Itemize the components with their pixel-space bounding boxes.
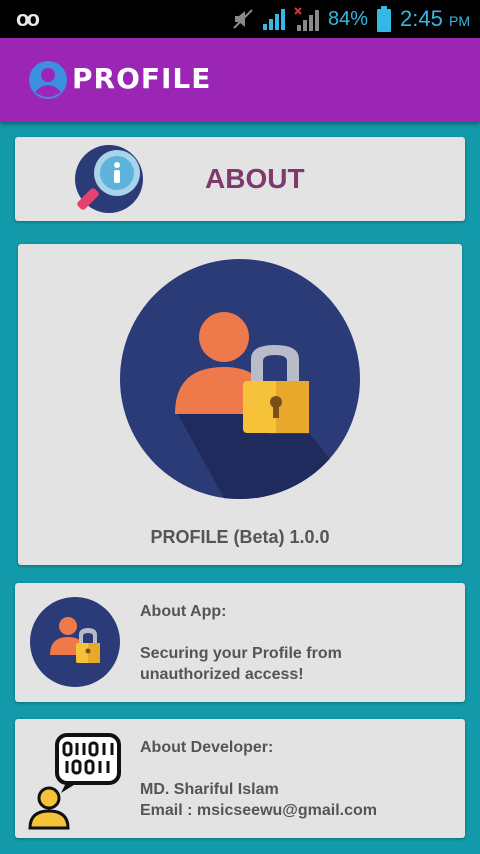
battery-percent: 84%	[328, 7, 369, 30]
developer-binary-icon	[28, 733, 121, 830]
about-card[interactable]: ABOUT	[15, 137, 465, 221]
app-info-card: PROFILE (Beta) 1.0.0	[18, 244, 462, 565]
battery-icon	[377, 6, 392, 32]
about-app-description-line1: Securing your Profile from	[140, 645, 342, 662]
app-title: PROFILE	[72, 62, 212, 95]
clock-time: 2:45	[400, 6, 443, 31]
user-circle-icon	[29, 61, 67, 99]
about-label: ABOUT	[205, 163, 305, 194]
app-bar: PROFILE	[0, 38, 480, 122]
status-bar-right: 84% 2:45 PM	[232, 0, 470, 38]
about-developer-heading: About Developer:	[140, 739, 274, 756]
about-developer-info: About Developer: MD. Shariful Islam Emai…	[140, 737, 377, 821]
about-app-card: About App: Securing your Profile from un…	[15, 583, 465, 702]
info-search-icon	[75, 145, 143, 213]
about-app-info: About App: Securing your Profile from un…	[140, 601, 342, 685]
signal-no-sim-icon	[294, 7, 320, 31]
about-app-description-line2: unauthorized access!	[140, 666, 304, 683]
signal-icon	[263, 9, 286, 30]
developer-email[interactable]: Email : msicseewu@gmail.com	[140, 800, 377, 821]
status-bar: oo 84% 2:45 PM	[0, 0, 480, 38]
infinity-icon: oo	[16, 6, 40, 31]
mute-icon	[233, 9, 253, 29]
version-text: PROFILE (Beta) 1.0.0	[150, 527, 330, 547]
clock-ampm: PM	[449, 13, 470, 29]
user-lock-icon	[30, 597, 120, 687]
clock: 2:45 PM	[400, 6, 470, 32]
about-app-heading: About App:	[140, 603, 227, 620]
user-lock-icon	[120, 259, 360, 499]
about-developer-card: About Developer: MD. Shariful Islam Emai…	[15, 719, 465, 838]
developer-name: MD. Shariful Islam	[140, 781, 279, 798]
